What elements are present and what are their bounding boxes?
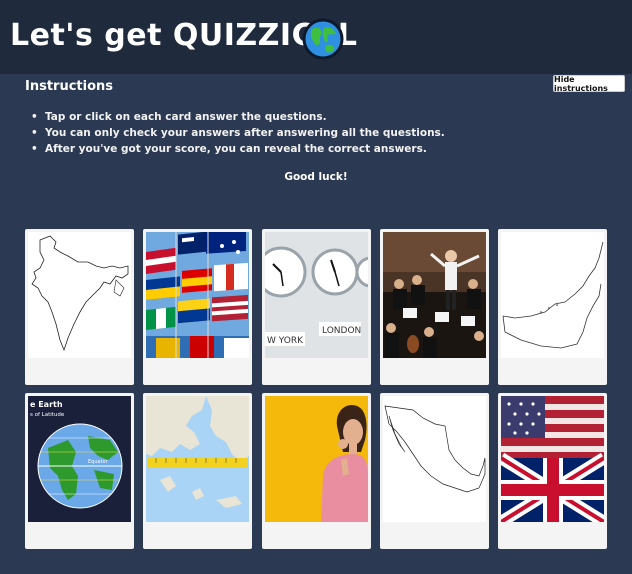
quiz-card-mexico-map[interactable] (380, 393, 489, 549)
quiz-card-thinking-woman[interactable] (262, 393, 371, 549)
instructions-list: • Tap or click on each card answer the qu… (31, 109, 445, 157)
diagram-caption-earth: e Earth (30, 400, 63, 409)
clock-label-new-york: W YORK (267, 336, 304, 346)
orchestra-image (383, 232, 486, 358)
app-header: Let's get QUIZZICAL (0, 0, 632, 74)
quiz-card-usa-uk-flags[interactable] (498, 393, 607, 549)
world-flags-image (146, 232, 249, 358)
india-map-image (28, 232, 131, 358)
usa-uk-flags-image (501, 396, 604, 522)
uae-map-image (501, 232, 604, 358)
globe-icon (302, 18, 344, 60)
instruction-item: • Tap or click on each card answer the qu… (31, 111, 327, 123)
hide-instructions-button[interactable]: Hide instructions (553, 75, 625, 93)
quiz-card-world-flags[interactable] (143, 229, 252, 385)
quiz-card-map-ruler[interactable] (143, 393, 252, 549)
world-clocks-image: W YORK LONDON (265, 232, 368, 358)
diagram-caption-latitude: s of Latitude (30, 412, 65, 418)
instruction-item: • You can only check your answers after a… (31, 127, 445, 139)
good-luck-text: Good luck! (284, 171, 348, 183)
quiz-card-earth-latitude[interactable]: e Earth s of Latitude Equator (25, 393, 134, 549)
instructions-title: Instructions (25, 79, 114, 94)
diagram-label-equator: Equator (88, 459, 109, 465)
clock-label-london: LONDON (322, 326, 361, 336)
thinking-woman-image (265, 396, 368, 522)
mexico-map-image (383, 396, 486, 522)
instruction-item: • After you've got your score, you can re… (31, 143, 427, 155)
quiz-card-world-clocks[interactable]: W YORK LONDON (262, 229, 371, 385)
map-ruler-image (146, 396, 249, 522)
earth-latitude-image: e Earth s of Latitude Equator (28, 396, 131, 522)
quiz-card-orchestra[interactable] (380, 229, 489, 385)
quiz-card-uae-map[interactable] (498, 229, 607, 385)
quiz-card-india-map[interactable] (25, 229, 134, 385)
